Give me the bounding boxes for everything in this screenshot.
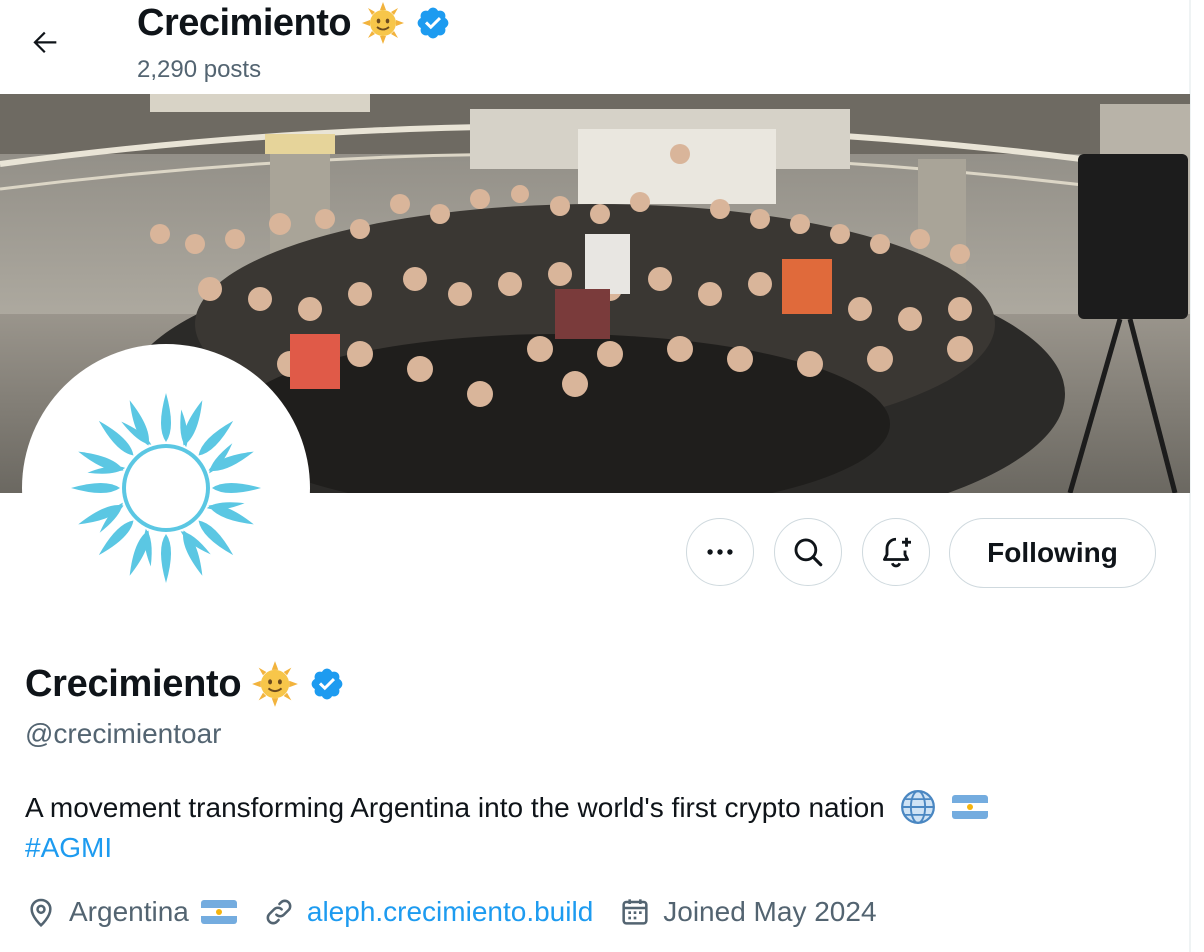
profile-name: Crecimiento <box>25 662 242 705</box>
more-button[interactable] <box>686 518 754 586</box>
profile-bio: A movement transforming Argentina into t… <box>25 788 1175 868</box>
argentina-flag-icon <box>952 795 989 819</box>
back-button[interactable] <box>22 22 68 62</box>
hashtag-link[interactable]: #AGMI <box>25 832 112 863</box>
link-icon <box>266 899 292 925</box>
arrow-left-icon <box>33 31 57 54</box>
joined-item: Joined May 2024 <box>619 896 877 928</box>
verified-badge-icon[interactable] <box>309 666 345 702</box>
following-button[interactable]: Following <box>949 518 1156 588</box>
location-item: Argentina <box>25 896 237 928</box>
posts-count: 2,290 posts <box>137 56 262 83</box>
header-title-row: Crecimiento <box>137 0 451 46</box>
sun-with-face-icon <box>252 661 299 707</box>
location-text: Argentina <box>69 896 189 927</box>
profile-meta: Argentina aleph.crecimiento.build Joined… <box>25 890 903 934</box>
globe-icon <box>900 790 935 824</box>
website-item: aleph.crecimiento.build <box>263 896 593 928</box>
profile-actions: Following <box>0 518 1190 588</box>
bio-text: A movement transforming Argentina into t… <box>25 792 885 823</box>
calendar-icon <box>622 899 648 925</box>
sun-with-face-icon <box>362 2 405 44</box>
search-profile-button[interactable] <box>774 518 842 586</box>
profile-name-row: Crecimiento <box>25 660 345 708</box>
verified-badge-icon <box>417 7 449 39</box>
website-link[interactable]: aleph.crecimiento.build <box>307 896 593 928</box>
more-dots-icon <box>707 549 733 555</box>
joined-text: Joined May 2024 <box>663 896 877 927</box>
notifications-button[interactable] <box>862 518 930 586</box>
location-pin-icon <box>30 898 52 928</box>
argentina-flag-icon <box>200 900 237 924</box>
bell-plus-icon <box>883 537 911 568</box>
profile-header-bar: Crecimiento 2,290 posts <box>0 0 1190 94</box>
search-icon <box>794 538 823 567</box>
profile-handle: @crecimientoar <box>25 718 222 749</box>
header-title: Crecimiento <box>137 2 352 44</box>
